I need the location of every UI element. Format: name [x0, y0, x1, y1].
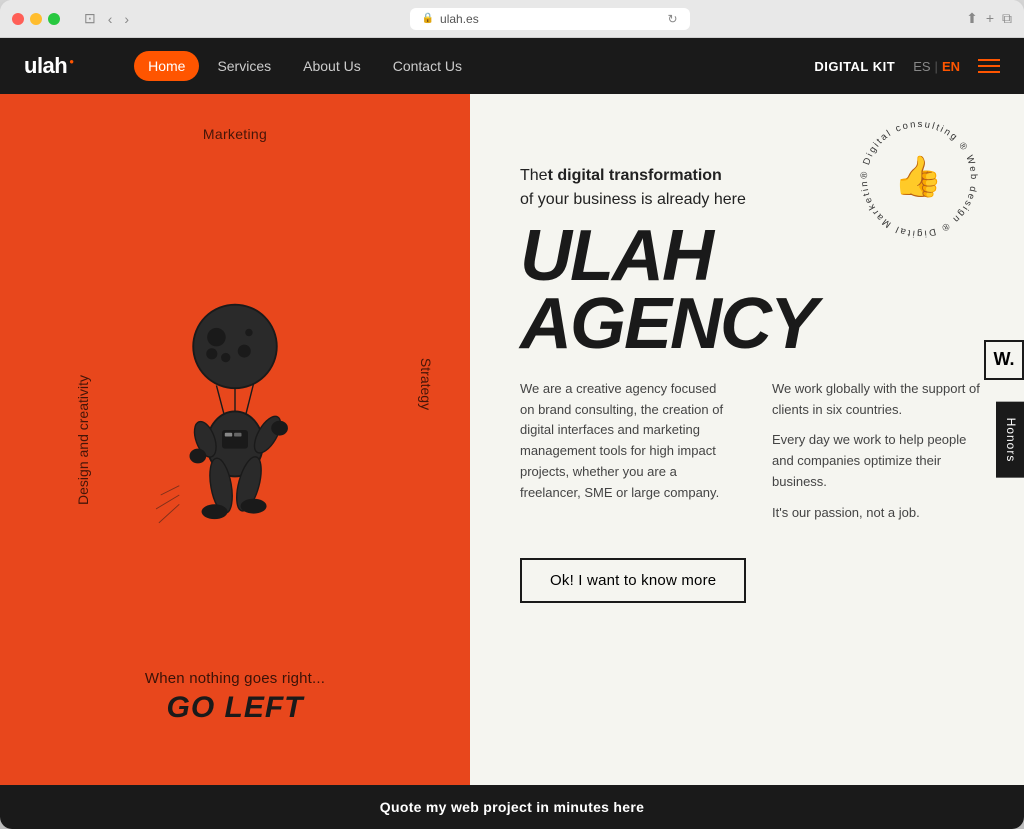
browser-controls: ⊡ ‹ ›	[80, 8, 133, 29]
browser-window: ⊡ ‹ › 🔒 ulah.es ↻ ⬆ + ⧉ ulah ● Home	[0, 0, 1024, 829]
headline-bold: t digital transformation	[548, 167, 722, 184]
minimize-button[interactable]	[30, 13, 42, 25]
back-button[interactable]: ‹	[104, 8, 117, 29]
headline-post: of your business is already here	[520, 191, 746, 208]
nav-about[interactable]: About Us	[289, 51, 375, 81]
left-panel: Marketing Design and creativity Strategy	[0, 94, 470, 785]
right-panel: ® Digital consulting ® Web design ® Digi…	[470, 94, 1024, 785]
agency-line2: AGENCY	[520, 290, 984, 358]
desc-right-1: We work globally with the support of cli…	[772, 379, 984, 421]
w-badge: W.	[984, 340, 1024, 380]
nav-contact[interactable]: Contact Us	[379, 51, 476, 81]
browser-action-buttons: ⬆ + ⧉	[966, 10, 1012, 27]
know-more-button[interactable]: Ok! I want to know more	[520, 558, 746, 603]
circular-badge: ® Digital consulting ® Web design ® Digi…	[854, 114, 984, 244]
description-row: We are a creative agency focused on bran…	[520, 379, 984, 534]
desc-right: We work globally with the support of cli…	[772, 379, 984, 534]
bottom-text: When nothing goes right... GO LEFT	[0, 670, 470, 725]
honors-tab[interactable]: Honors	[996, 401, 1024, 478]
tagline-text: When nothing goes right...	[0, 670, 470, 687]
astronaut-illustration	[125, 290, 345, 570]
main-content: Marketing Design and creativity Strategy	[0, 94, 1024, 785]
lang-en[interactable]: EN	[942, 59, 960, 74]
digital-kit-label[interactable]: DIGITAL KIT	[814, 59, 895, 74]
nav-right: DIGITAL KIT ES | EN	[814, 59, 1000, 74]
strategy-label: Strategy	[418, 358, 434, 410]
new-tab-icon[interactable]: +	[986, 10, 994, 27]
headline-pre: The	[520, 167, 548, 184]
maximize-button[interactable]	[48, 13, 60, 25]
refresh-icon[interactable]: ↻	[668, 12, 678, 26]
site-logo[interactable]: ulah ●	[24, 53, 74, 79]
footer-text: Quote my web project in minutes here	[380, 799, 644, 815]
nav-home[interactable]: Home	[134, 51, 199, 81]
thumbs-up-icon: 👍	[893, 153, 943, 200]
lock-icon: 🔒	[422, 13, 434, 24]
footer-bar[interactable]: Quote my web project in minutes here	[0, 785, 1024, 829]
nav-services[interactable]: Services	[203, 51, 285, 81]
design-label: Design and creativity	[75, 375, 91, 505]
window-toggle[interactable]: ⊡	[80, 8, 100, 29]
browser-titlebar: ⊡ ‹ › 🔒 ulah.es ↻ ⬆ + ⧉	[0, 0, 1024, 38]
website: ulah ● Home Services About Us Contact Us…	[0, 38, 1024, 829]
lang-es[interactable]: ES	[913, 59, 930, 74]
desc-right-2: Every day we work to help people and com…	[772, 430, 984, 492]
marketing-label: Marketing	[203, 126, 267, 142]
language-switcher: ES | EN	[913, 59, 960, 74]
cta-text: GO LEFT	[0, 691, 470, 725]
url-text[interactable]: ulah.es	[440, 12, 479, 26]
close-button[interactable]	[12, 13, 24, 25]
hamburger-menu[interactable]	[978, 59, 1000, 73]
share-icon[interactable]: ⬆	[966, 10, 978, 27]
address-bar: 🔒 ulah.es ↻	[141, 8, 958, 30]
desc-left: We are a creative agency focused on bran…	[520, 379, 732, 534]
logo-text: ulah	[24, 53, 67, 79]
nav-links: Home Services About Us Contact Us	[134, 51, 814, 81]
honors-label: Honors	[1004, 417, 1018, 462]
logo-dot: ●	[69, 57, 74, 66]
tabs-icon[interactable]: ⧉	[1002, 10, 1012, 27]
desc-right-3: It's our passion, not a job.	[772, 503, 984, 524]
forward-button[interactable]: ›	[120, 8, 133, 29]
traffic-lights	[12, 13, 60, 25]
navbar: ulah ● Home Services About Us Contact Us…	[0, 38, 1024, 94]
